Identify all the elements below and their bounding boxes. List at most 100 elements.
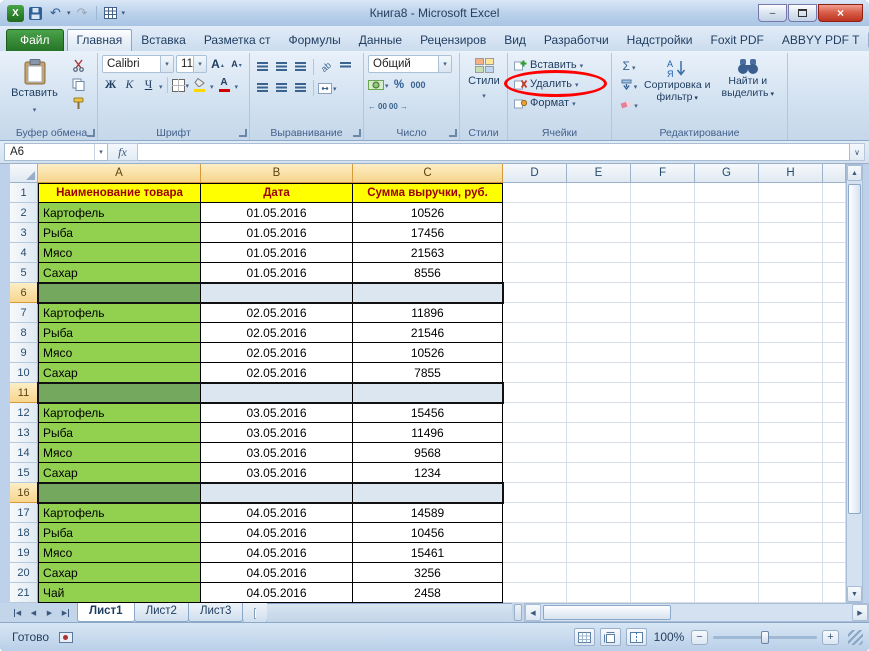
- row-header-12[interactable]: 12: [10, 403, 38, 423]
- fill-button[interactable]: [616, 76, 642, 93]
- cell-F12[interactable]: [631, 403, 695, 423]
- row-header-6[interactable]: 6: [10, 283, 38, 303]
- zoom-in-button[interactable]: +: [822, 630, 839, 645]
- cell-B2[interactable]: 01.05.2016: [201, 203, 353, 223]
- increase-decimal-button[interactable]: 00: [368, 97, 387, 115]
- cell-F1[interactable]: [631, 183, 695, 203]
- cell-G1[interactable]: [695, 183, 759, 203]
- comma-style-button[interactable]: 000: [410, 76, 427, 94]
- expand-formula-bar-icon[interactable]: ∨: [850, 143, 865, 161]
- cell-E19[interactable]: [567, 543, 631, 563]
- column-header-B[interactable]: B: [201, 164, 353, 183]
- cell-B8[interactable]: 02.05.2016: [201, 323, 353, 343]
- cell-C15[interactable]: 1234: [353, 463, 503, 483]
- cell-E18[interactable]: [567, 523, 631, 543]
- cell-D13[interactable]: [503, 423, 567, 443]
- number-dialog-launcher-icon[interactable]: [449, 129, 457, 137]
- minimize-button[interactable]: –: [758, 4, 787, 22]
- cell-B11[interactable]: [201, 383, 353, 403]
- previous-sheet-icon[interactable]: ◀: [26, 605, 41, 620]
- cell-B17[interactable]: 04.05.2016: [201, 503, 353, 523]
- cell-C10[interactable]: 7855: [353, 363, 503, 383]
- cell-filler-11[interactable]: [823, 383, 846, 403]
- cell-filler-2[interactable]: [823, 203, 846, 223]
- cell-A6[interactable]: [38, 283, 201, 303]
- cell-A12[interactable]: Картофель: [38, 403, 201, 423]
- cell-H4[interactable]: [759, 243, 823, 263]
- cell-D3[interactable]: [503, 223, 567, 243]
- cell-filler-14[interactable]: [823, 443, 846, 463]
- cell-E8[interactable]: [567, 323, 631, 343]
- cell-A15[interactable]: Сахар: [38, 463, 201, 483]
- cell-A5[interactable]: Сахар: [38, 263, 201, 283]
- cell-B7[interactable]: 02.05.2016: [201, 303, 353, 323]
- cell-G15[interactable]: [695, 463, 759, 483]
- cell-F16[interactable]: [631, 483, 695, 503]
- row-header-3[interactable]: 3: [10, 223, 38, 243]
- cell-F19[interactable]: [631, 543, 695, 563]
- cell-B6[interactable]: [201, 283, 353, 303]
- cell-F4[interactable]: [631, 243, 695, 263]
- cell-F8[interactable]: [631, 323, 695, 343]
- cell-G14[interactable]: [695, 443, 759, 463]
- cell-D16[interactable]: [503, 483, 567, 503]
- cell-D20[interactable]: [503, 563, 567, 583]
- macro-record-icon[interactable]: [59, 632, 73, 643]
- row-header-13[interactable]: 13: [10, 423, 38, 443]
- cell-A7[interactable]: Картофель: [38, 303, 201, 323]
- cell-G20[interactable]: [695, 563, 759, 583]
- cell-D2[interactable]: [503, 203, 567, 223]
- cell-C21[interactable]: 2458: [353, 583, 503, 603]
- cell-H10[interactable]: [759, 363, 823, 383]
- cell-C19[interactable]: 15461: [353, 543, 503, 563]
- row-header-11[interactable]: 11: [10, 383, 38, 403]
- merge-center-button[interactable]: [318, 79, 337, 97]
- cell-B12[interactable]: 03.05.2016: [201, 403, 353, 423]
- cell-A18[interactable]: Рыба: [38, 523, 201, 543]
- cell-A1[interactable]: Наименование товара: [38, 183, 201, 203]
- maximize-button[interactable]: [788, 4, 817, 22]
- horizontal-scroll-track[interactable]: [541, 604, 852, 621]
- fill-color-dropdown-icon[interactable]: [210, 76, 214, 94]
- formula-input[interactable]: [138, 143, 850, 161]
- cell-G10[interactable]: [695, 363, 759, 383]
- cell-H11[interactable]: [759, 383, 823, 403]
- cell-C16[interactable]: [353, 483, 503, 503]
- cell-F11[interactable]: [631, 383, 695, 403]
- cell-filler-6[interactable]: [823, 283, 846, 303]
- cell-filler-4[interactable]: [823, 243, 846, 263]
- cell-G7[interactable]: [695, 303, 759, 323]
- cell-G12[interactable]: [695, 403, 759, 423]
- number-format-select[interactable]: Общий: [368, 55, 452, 73]
- column-header-C[interactable]: C: [353, 164, 503, 183]
- cell-filler-21[interactable]: [823, 583, 846, 603]
- tab-Надстройки[interactable]: Надстройки: [618, 29, 702, 51]
- cell-A19[interactable]: Мясо: [38, 543, 201, 563]
- cell-C17[interactable]: 14589: [353, 503, 503, 523]
- cell-D1[interactable]: [503, 183, 567, 203]
- cell-E6[interactable]: [567, 283, 631, 303]
- orientation-button[interactable]: ab: [318, 58, 335, 76]
- cell-B4[interactable]: 01.05.2016: [201, 243, 353, 263]
- tab-Файл[interactable]: Файл: [6, 29, 64, 51]
- clear-button[interactable]: [616, 95, 642, 112]
- increase-font-button[interactable]: А: [209, 55, 226, 73]
- bold-button[interactable]: Ж: [102, 76, 119, 94]
- cell-G18[interactable]: [695, 523, 759, 543]
- horizontal-scroll-thumb[interactable]: [543, 605, 671, 620]
- tab-Данные[interactable]: Данные: [350, 29, 411, 51]
- cell-A9[interactable]: Мясо: [38, 343, 201, 363]
- row-header-4[interactable]: 4: [10, 243, 38, 263]
- select-all-button[interactable]: [10, 164, 38, 183]
- cell-C20[interactable]: 3256: [353, 563, 503, 583]
- find-select-button[interactable]: Найти и выделить: [713, 55, 784, 112]
- row-header-17[interactable]: 17: [10, 503, 38, 523]
- decrease-font-button[interactable]: А: [228, 55, 245, 73]
- tab-Вставка[interactable]: Вставка: [132, 29, 195, 51]
- cell-filler-15[interactable]: [823, 463, 846, 483]
- cell-B20[interactable]: 04.05.2016: [201, 563, 353, 583]
- alignment-dialog-launcher-icon[interactable]: [353, 129, 361, 137]
- sheet-tab-Лист2[interactable]: Лист2: [134, 603, 189, 622]
- fill-color-button[interactable]: [191, 76, 208, 94]
- cell-A16[interactable]: [38, 483, 201, 503]
